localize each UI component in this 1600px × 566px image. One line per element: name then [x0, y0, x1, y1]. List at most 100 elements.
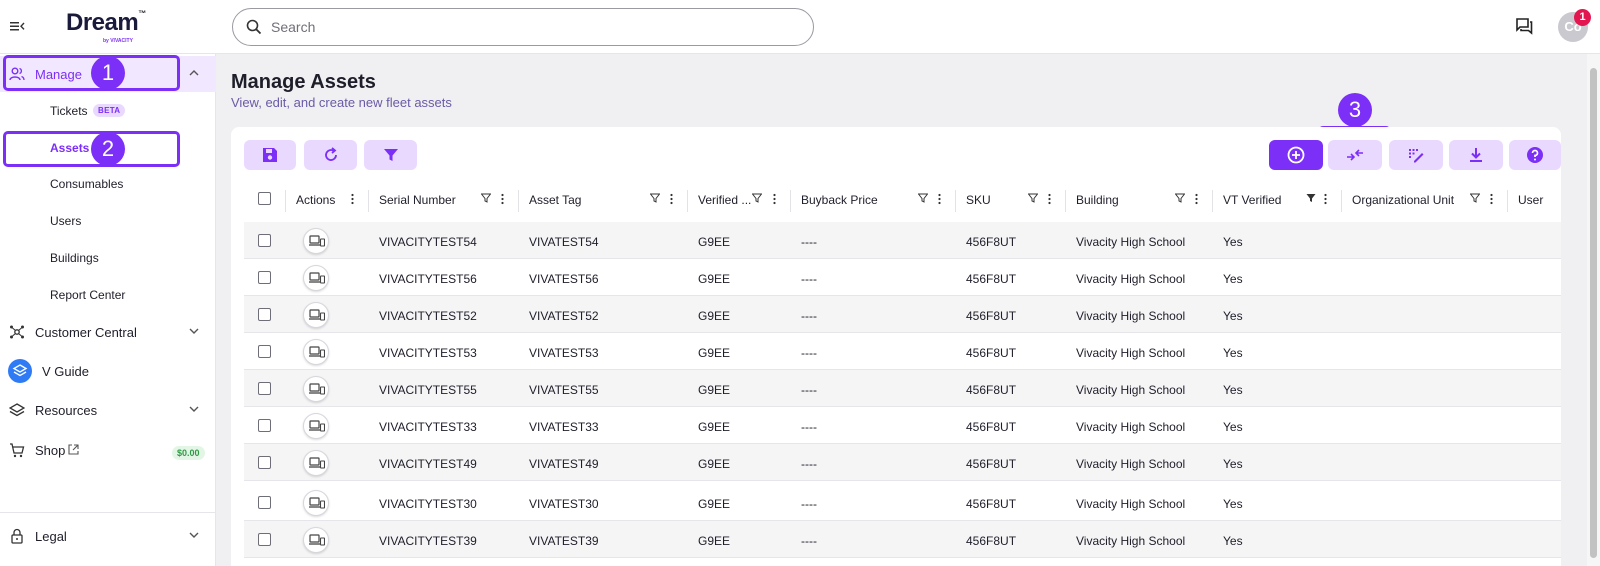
column-header-sku[interactable]: SKU	[966, 193, 991, 207]
sidebar-item-resources[interactable]: Resources	[0, 392, 216, 428]
vt-verified-cell: Yes	[1223, 534, 1243, 548]
menu-collapse-icon[interactable]	[9, 18, 25, 34]
sidebar-subitem-tickets[interactable]: Tickets	[50, 104, 88, 118]
filter-outline-icon[interactable]	[650, 193, 660, 203]
filter-outline-icon[interactable]	[1470, 193, 1480, 203]
sku-cell: 456F8UT	[966, 346, 1017, 360]
serial-number-cell: VIVACITYTEST54	[379, 235, 477, 249]
download-button[interactable]	[1449, 140, 1503, 170]
column-header-verified[interactable]: Verified ...	[698, 193, 751, 207]
column-menu-icon[interactable]	[1490, 193, 1493, 205]
sidebar-item-customer-central[interactable]: Customer Central	[0, 314, 216, 350]
building-cell: Vivacity High School	[1076, 383, 1186, 397]
scrollbar-thumb[interactable]	[1590, 68, 1597, 558]
messages-icon[interactable]	[1515, 17, 1533, 35]
column-header-serial-number[interactable]: Serial Number	[379, 193, 456, 207]
callout-number-2: 2	[91, 132, 125, 166]
asset-tag-cell: VIVATEST49	[529, 457, 599, 471]
row-action-button[interactable]	[303, 339, 329, 365]
row-checkbox[interactable]	[258, 271, 271, 284]
asset-tag-cell: VIVATEST30	[529, 497, 599, 511]
column-separator	[368, 190, 369, 212]
bulk-edit-button[interactable]	[1389, 140, 1443, 170]
select-all-checkbox[interactable]	[258, 192, 271, 205]
asset-tag-cell: VIVATEST39	[529, 534, 599, 548]
sidebar-subitem-consumables[interactable]: Consumables	[50, 177, 123, 191]
column-menu-icon[interactable]	[1324, 193, 1327, 205]
column-header-user[interactable]: User	[1518, 193, 1543, 207]
column-menu-icon[interactable]	[1195, 193, 1198, 205]
logo-subtitle: by VIVACITY	[103, 38, 133, 44]
sku-cell: 456F8UT	[966, 309, 1017, 323]
column-menu-icon[interactable]	[501, 193, 504, 205]
save-button[interactable]	[244, 140, 296, 170]
filter-outline-icon[interactable]	[1028, 193, 1038, 203]
column-separator	[518, 190, 519, 212]
column-menu-icon[interactable]	[773, 193, 776, 205]
column-menu-icon[interactable]	[351, 193, 354, 205]
column-header-actions[interactable]: Actions	[296, 193, 335, 207]
column-header-vt-verified[interactable]: VT Verified	[1223, 193, 1281, 207]
dream-logo[interactable]: Dream™ by VIVACITY	[66, 9, 146, 44]
column-menu-icon[interactable]	[1048, 193, 1051, 205]
row-action-button[interactable]	[303, 265, 329, 291]
search-input[interactable]	[271, 18, 791, 36]
filter-outline-icon[interactable]	[918, 193, 928, 203]
column-menu-icon[interactable]	[938, 193, 941, 205]
row-action-button[interactable]	[303, 376, 329, 402]
search-bar[interactable]	[232, 8, 814, 46]
sidebar-item-legal[interactable]: Legal	[0, 518, 216, 554]
row-action-button[interactable]	[303, 228, 329, 254]
row-action-button[interactable]	[303, 527, 329, 553]
swap-button[interactable]	[1328, 140, 1382, 170]
sku-cell: 456F8UT	[966, 272, 1017, 286]
row-action-button[interactable]	[303, 490, 329, 516]
column-separator	[1507, 190, 1508, 212]
add-asset-button[interactable]	[1269, 140, 1323, 170]
sidebar-subitem-users[interactable]: Users	[50, 214, 81, 228]
stack-icon	[9, 403, 25, 417]
column-header-buyback-price[interactable]: Buyback Price	[801, 193, 878, 207]
network-icon	[10, 325, 24, 339]
row-checkbox[interactable]	[258, 496, 271, 509]
row-checkbox[interactable]	[258, 234, 271, 247]
page-title: Manage Assets	[231, 71, 376, 93]
row-action-button[interactable]	[303, 450, 329, 476]
filter-outline-icon[interactable]	[1175, 193, 1185, 203]
column-menu-icon[interactable]	[670, 193, 673, 205]
filter-outline-icon[interactable]	[752, 193, 762, 203]
refresh-icon	[324, 147, 337, 161]
row-checkbox[interactable]	[258, 382, 271, 395]
chevron-down-icon	[189, 406, 199, 412]
vt-verified-cell: Yes	[1223, 383, 1243, 397]
vt-verified-cell: Yes	[1223, 457, 1243, 471]
row-checkbox[interactable]	[258, 419, 271, 432]
buyback-price-cell: ----	[801, 457, 817, 471]
chevron-down-icon	[189, 328, 199, 334]
column-header-asset-tag[interactable]: Asset Tag	[529, 193, 581, 207]
building-cell: Vivacity High School	[1076, 346, 1186, 360]
row-checkbox[interactable]	[258, 456, 271, 469]
devices-icon	[309, 235, 325, 247]
filter-outline-icon[interactable]	[481, 193, 491, 203]
row-checkbox[interactable]	[258, 533, 271, 546]
vt-verified-cell: Yes	[1223, 309, 1243, 323]
refresh-button[interactable]	[304, 140, 357, 170]
column-header-building[interactable]: Building	[1076, 193, 1119, 207]
sidebar-item-v-guide[interactable]: V Guide	[0, 353, 216, 389]
serial-number-cell: VIVACITYTEST53	[379, 346, 477, 360]
filter-button[interactable]	[364, 140, 417, 170]
row-checkbox[interactable]	[258, 345, 271, 358]
verified-cell: G9EE	[698, 235, 731, 249]
shop-balance-badge: $0.00	[172, 446, 205, 460]
help-button[interactable]	[1509, 140, 1561, 170]
row-action-button[interactable]	[303, 302, 329, 328]
column-header-organizational-unit[interactable]: Organizational Unit	[1352, 193, 1454, 207]
building-cell: Vivacity High School	[1076, 235, 1186, 249]
beta-badge: BETA	[93, 104, 126, 117]
sidebar-subitem-report-center[interactable]: Report Center	[50, 288, 125, 302]
row-checkbox[interactable]	[258, 308, 271, 321]
sidebar-subitem-buildings[interactable]: Buildings	[50, 251, 99, 265]
row-action-button[interactable]	[303, 413, 329, 439]
filter-active-icon[interactable]	[1306, 193, 1316, 203]
